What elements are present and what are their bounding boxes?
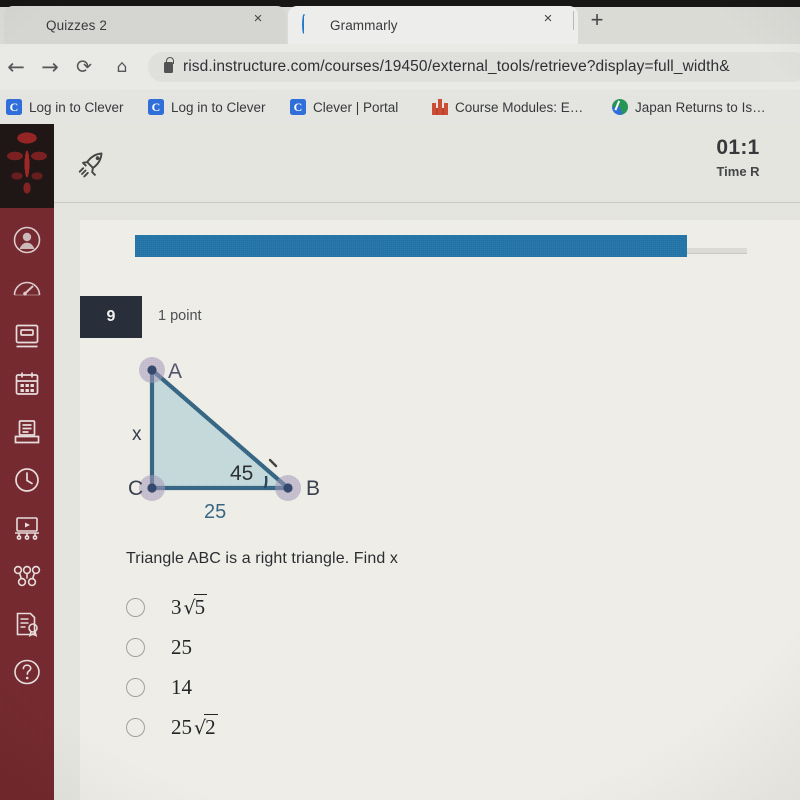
grammarly-loading-icon bbox=[302, 14, 320, 35]
bookmark-label: Clever | Portal bbox=[313, 99, 399, 115]
answer-option-1[interactable]: 3 √5 bbox=[126, 588, 208, 626]
answer-option-4[interactable]: 25 √2 bbox=[126, 708, 218, 746]
browser-toolbar: ← → ⟳ ⌂ risd.instructure.com/courses/194… bbox=[0, 44, 800, 90]
quiz-progress-fill bbox=[135, 235, 687, 257]
groups-icon bbox=[12, 565, 42, 587]
screenshot-root: Quizzes 2 × Grammarly × + ← → ⟳ ⌂ risd.i… bbox=[0, 0, 800, 800]
bookmarks-bar: C Log in to Clever C Log in to Clever C … bbox=[0, 90, 800, 125]
back-icon[interactable]: ← bbox=[4, 56, 28, 78]
sidebar-item-inbox[interactable] bbox=[0, 408, 54, 455]
screen-share-icon bbox=[13, 515, 41, 541]
browser-tab-strip: Quizzes 2 × Grammarly × + bbox=[0, 0, 800, 44]
radio-button[interactable] bbox=[126, 597, 145, 617]
canvas-icon bbox=[432, 99, 448, 115]
clever-icon: C bbox=[6, 99, 22, 115]
angle-label-45: 45 bbox=[230, 462, 253, 485]
reload-icon[interactable]: ⟳ bbox=[72, 56, 96, 78]
news-icon bbox=[612, 99, 628, 115]
gauge-icon bbox=[12, 275, 42, 301]
bookmark-log-in-to-clever-2[interactable]: C Log in to Clever bbox=[148, 97, 266, 117]
address-bar[interactable]: risd.instructure.com/courses/19450/exter… bbox=[148, 52, 800, 82]
tab-title: Quizzes 2 bbox=[46, 17, 107, 33]
browser-tab-grammarly[interactable]: Grammarly bbox=[288, 6, 578, 44]
question-number-badge: 9 bbox=[80, 296, 142, 338]
quiz-content: 01:1 Time R 9 1 point A C B x 25 45 Tria… bbox=[54, 124, 800, 800]
quiz-timer: 01:1 Time R bbox=[668, 136, 800, 179]
sidebar-item-history[interactable] bbox=[0, 456, 54, 503]
tab-separator bbox=[573, 11, 574, 30]
bookmark-label: Log in to Clever bbox=[171, 99, 266, 115]
answer-label: 14 bbox=[171, 674, 192, 699]
answer-label: 25 bbox=[171, 634, 192, 659]
answer-label: 25 √2 bbox=[171, 713, 218, 739]
close-icon[interactable]: × bbox=[541, 11, 555, 26]
bookmark-log-in-to-clever-1[interactable]: C Log in to Clever bbox=[6, 97, 124, 117]
new-tab-button[interactable]: + bbox=[586, 9, 608, 32]
bookmark-label: Course Modules: E… bbox=[455, 99, 584, 115]
inbox-icon bbox=[13, 418, 41, 446]
question-circle-icon bbox=[12, 657, 42, 687]
clever-icon: C bbox=[290, 99, 306, 115]
page-viewport: 01:1 Time R 9 1 point A C B x 25 45 Tria… bbox=[0, 124, 800, 800]
bookmark-clever-portal[interactable]: C Clever | Portal bbox=[290, 97, 398, 117]
answer-label: 3 √5 bbox=[171, 593, 208, 619]
certificate-icon bbox=[13, 610, 41, 638]
vertex-label-c: C bbox=[128, 477, 143, 500]
home-icon[interactable]: ⌂ bbox=[110, 56, 134, 78]
sidebar-item-studio[interactable] bbox=[0, 504, 54, 551]
calendar-icon bbox=[13, 370, 41, 398]
url-text: risd.instructure.com/courses/19450/exter… bbox=[183, 58, 730, 75]
forward-icon[interactable]: → bbox=[38, 56, 62, 78]
bookmark-label: Log in to Clever bbox=[29, 99, 124, 115]
school-crest-logo[interactable] bbox=[0, 124, 54, 208]
triangle-figure: A C B x 25 45 bbox=[120, 348, 400, 538]
bookmark-japan-returns[interactable]: Japan Returns to Is… bbox=[612, 97, 766, 117]
tab-title: Grammarly bbox=[330, 17, 398, 33]
timer-label: Time R bbox=[716, 164, 760, 179]
sidebar-item-calendar[interactable] bbox=[0, 360, 54, 407]
sidebar-item-groups[interactable] bbox=[0, 552, 54, 599]
vertex-label-a: A bbox=[168, 360, 182, 383]
canvas-global-nav bbox=[0, 124, 54, 800]
clever-icon: C bbox=[148, 99, 164, 115]
question-card: 9 1 point A C B x 25 45 Triangle ABC is … bbox=[80, 220, 800, 800]
user-avatar-icon bbox=[12, 225, 42, 255]
browser-tab-quizzes[interactable]: Quizzes 2 bbox=[4, 6, 286, 44]
clock-icon bbox=[13, 466, 41, 494]
bookmark-label: Japan Returns to Is… bbox=[635, 99, 766, 115]
radio-button[interactable] bbox=[126, 677, 145, 697]
sidebar-item-commons[interactable] bbox=[0, 600, 54, 647]
canvas-icon bbox=[18, 16, 36, 34]
close-icon[interactable]: × bbox=[251, 11, 265, 26]
answer-option-2[interactable]: 25 bbox=[126, 628, 192, 666]
answer-option-3[interactable]: 14 bbox=[126, 668, 192, 706]
question-points: 1 point bbox=[158, 308, 202, 324]
radio-button[interactable] bbox=[126, 637, 145, 657]
question-prompt: Triangle ABC is a right triangle. Find x bbox=[126, 550, 398, 567]
side-label-x: x bbox=[132, 424, 142, 445]
side-label-25: 25 bbox=[204, 501, 226, 523]
sidebar-item-account[interactable] bbox=[0, 216, 54, 263]
book-icon bbox=[13, 322, 41, 350]
lock-icon bbox=[164, 56, 174, 73]
radio-button[interactable] bbox=[126, 717, 145, 737]
sidebar-item-dashboard[interactable] bbox=[0, 264, 54, 311]
sidebar-item-help[interactable] bbox=[0, 648, 54, 695]
vertex-label-b: B bbox=[306, 477, 320, 500]
timer-value: 01:1 bbox=[716, 136, 760, 159]
rocket-icon[interactable] bbox=[74, 144, 114, 184]
sidebar-item-courses[interactable] bbox=[0, 312, 54, 359]
bookmark-course-modules[interactable]: Course Modules: E… bbox=[432, 97, 583, 117]
quiz-toolbar: 01:1 Time R bbox=[54, 124, 800, 203]
